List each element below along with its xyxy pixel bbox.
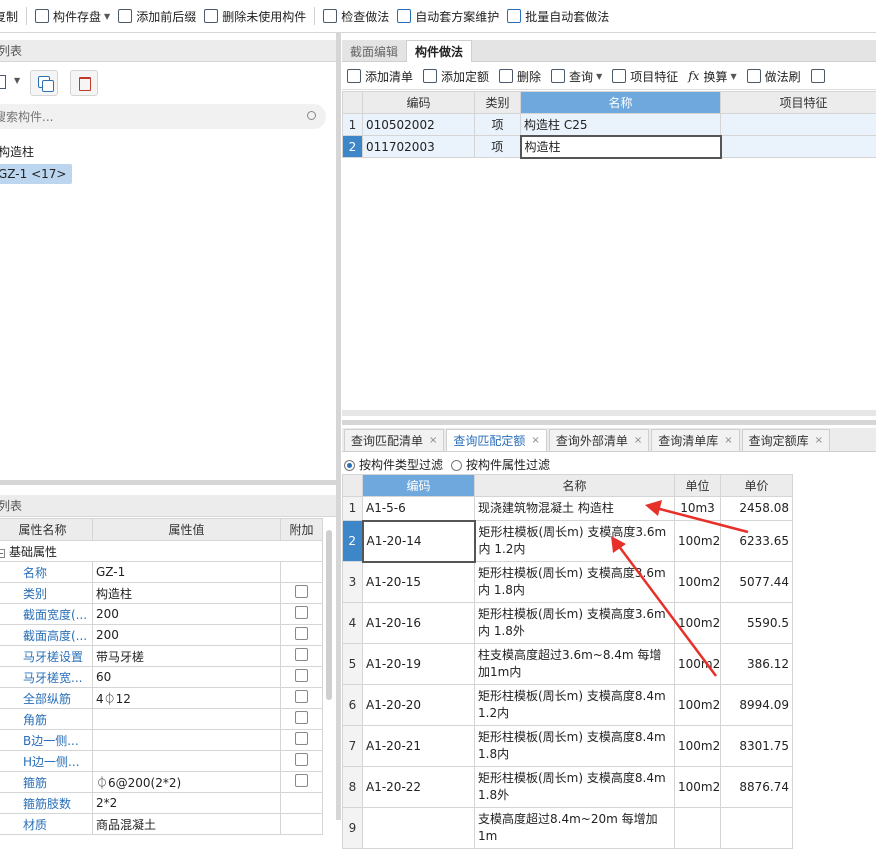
annotation-arrow <box>618 545 716 676</box>
arrow-head <box>611 536 626 553</box>
annotation-arrows <box>0 0 876 820</box>
annotation-arrow <box>656 508 748 532</box>
arrow-head <box>645 500 662 516</box>
